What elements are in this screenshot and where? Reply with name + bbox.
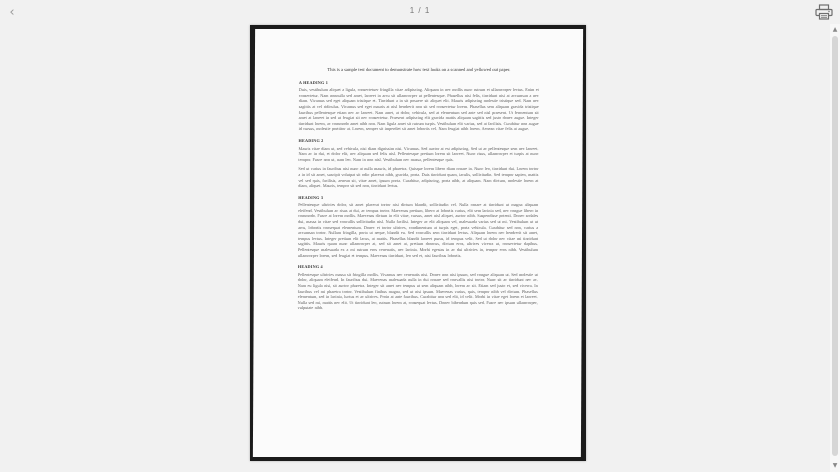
document-page: This is a sample test document to demons… [250, 25, 586, 461]
section-heading: HEADING 3 [298, 194, 324, 200]
document-body: This is a sample test document to demons… [298, 67, 539, 315]
section-paragraph: Duis, vestibulum aliquet a ligula, conse… [298, 87, 539, 132]
section-paragraph: Pellentesque ultricies dolor, sit amet p… [297, 202, 539, 258]
document-title: This is a sample test document to demons… [327, 67, 511, 72]
scanned-paper: This is a sample test document to demons… [252, 29, 584, 457]
scroll-thumb[interactable] [832, 36, 838, 456]
section-heading: HEADING 4 [297, 264, 323, 270]
back-chevron-icon[interactable]: ‹ [4, 4, 20, 20]
page-counter: 1 / 1 [409, 6, 431, 15]
section-paragraph: Sed ut varius in faucibus nisi nunc at n… [298, 166, 539, 189]
printer-icon[interactable] [815, 4, 833, 20]
section-heading: A HEADING 1 [298, 79, 329, 85]
vertical-scrollbar[interactable]: ▲ ▼ [830, 24, 840, 472]
section-heading: HEADING 2 [298, 137, 324, 143]
scroll-down-arrow-icon[interactable]: ▼ [831, 462, 839, 470]
section-paragraph: Mauris vitae diam ut, sed vehicula, nisi… [298, 145, 539, 162]
section-paragraph: Pellentesque ultricies massa sit fringil… [297, 271, 538, 311]
scroll-up-arrow-icon[interactable]: ▲ [831, 26, 839, 34]
